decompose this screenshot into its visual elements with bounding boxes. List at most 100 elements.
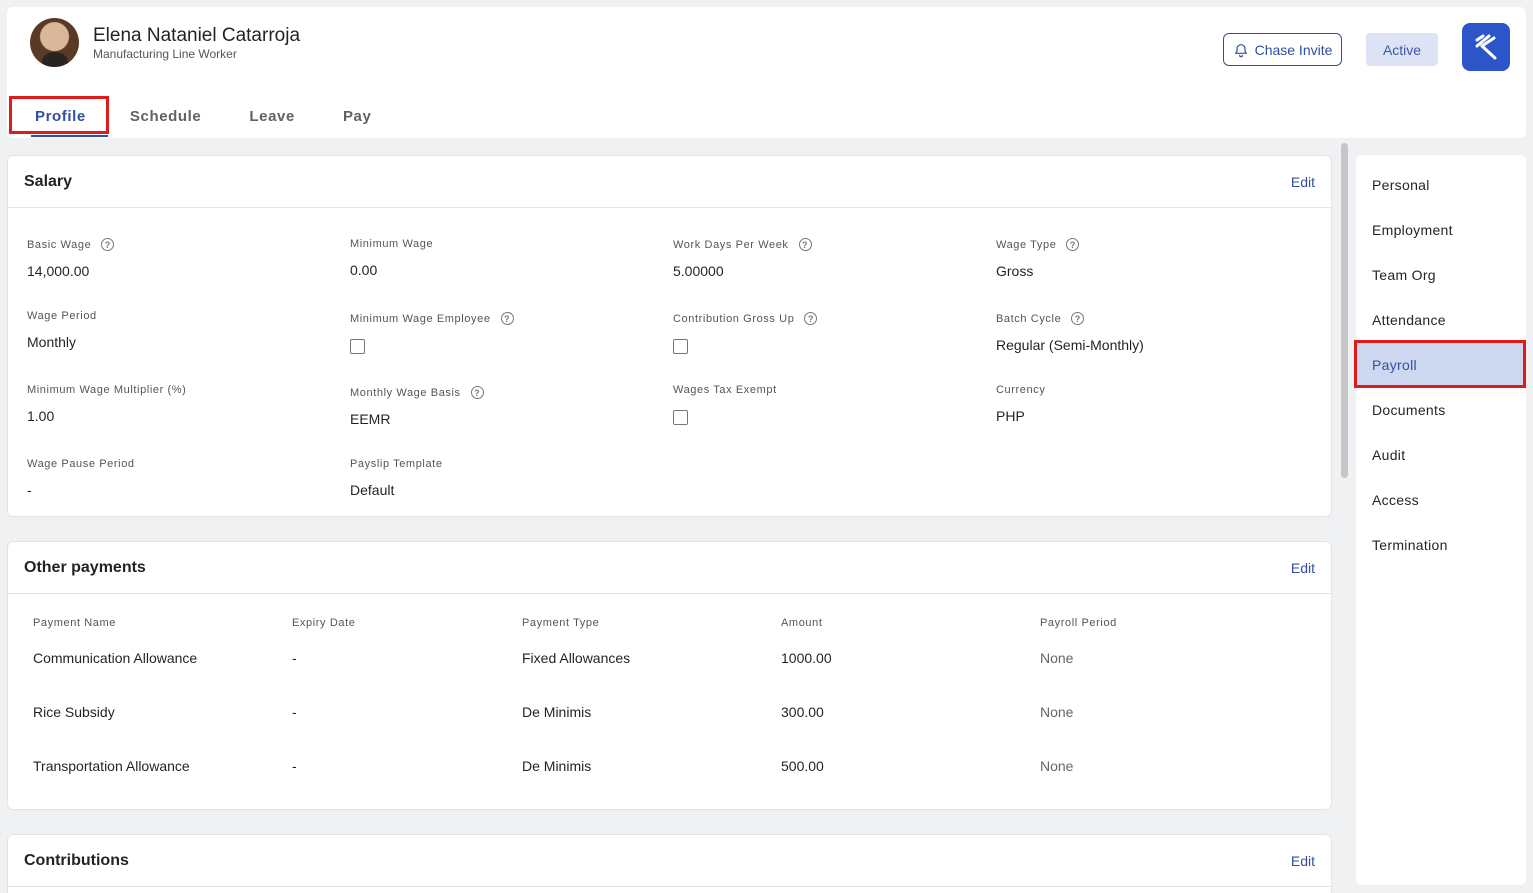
help-icon[interactable]: ? — [1071, 312, 1085, 325]
work-days-label: Work Days Per Week — [673, 238, 789, 251]
column-header-payroll-period: Payroll Period — [1040, 617, 1117, 629]
help-icon[interactable]: ? — [500, 312, 514, 325]
active-tab-underline — [31, 135, 108, 137]
table-cell-payment-name: Rice Subsidy — [33, 704, 115, 720]
contributions-header: Contributions Edit — [8, 835, 1331, 887]
column-header-payment-name: Payment Name — [33, 617, 117, 629]
scrollbar-thumb[interactable] — [1341, 143, 1348, 478]
help-icon[interactable]: ? — [470, 386, 484, 399]
tab-label: Pay — [342, 107, 372, 125]
salary-title: Salary — [24, 172, 73, 190]
wages-tax-exempt-label: Wages Tax Exempt — [673, 384, 777, 396]
wages-tax-exempt-checkbox[interactable] — [673, 410, 688, 425]
payslip-template-label: Payslip Template — [350, 458, 443, 470]
monthly-wage-basis-label: Monthly Wage Basis — [350, 386, 461, 399]
wage-period-field: Wage Period Monthly — [27, 310, 97, 350]
other-payments-edit-link[interactable]: Edit — [1291, 560, 1315, 576]
contributions-edit-link[interactable]: Edit — [1291, 853, 1315, 869]
table-cell-payroll-period: None — [1040, 704, 1074, 720]
sidenav-item-team-org[interactable]: Team Org — [1356, 253, 1524, 297]
wage-pause-period-value: - — [27, 482, 32, 498]
tab-schedule[interactable]: Schedule — [110, 97, 226, 135]
other-payments-header: Other payments Edit — [8, 542, 1331, 594]
tab-pay[interactable]: Pay — [319, 97, 396, 135]
batch-cycle-value: Regular (Semi-Monthly) — [996, 337, 1144, 353]
wage-type-value: Gross — [996, 263, 1034, 279]
sidenav-item-attendance[interactable]: Attendance — [1356, 298, 1524, 342]
avatar — [30, 18, 79, 67]
minimum-wage-multiplier-label: Minimum Wage Multiplier (%) — [27, 384, 187, 396]
table-cell-payment-name: Communication Allowance — [33, 650, 198, 666]
payslip-template-value: Default — [350, 482, 395, 498]
sidenav-item-audit[interactable]: Audit — [1356, 433, 1524, 477]
sidenav-item-documents[interactable]: Documents — [1356, 388, 1524, 432]
help-icon[interactable]: ? — [1066, 238, 1080, 251]
table-cell-payment-type: De Minimis — [522, 758, 592, 774]
wage-period-value: Monthly — [27, 334, 77, 350]
minimum-wage-multiplier-field: Minimum Wage Multiplier (%) 1.00 — [27, 384, 186, 424]
wage-pause-period-field: Wage Pause Period - — [27, 458, 135, 498]
currency-value: PHP — [996, 408, 1025, 424]
employee-header: Elena Nataniel Catarroja Manufacturing L… — [7, 7, 1526, 138]
help-icon[interactable]: ? — [798, 238, 812, 251]
contribution-gross-up-label: Contribution Gross Up — [673, 312, 795, 325]
salary-card-header: Salary Edit — [8, 156, 1331, 208]
tab-leave[interactable]: Leave — [225, 97, 319, 135]
salary-card: Salary Edit Basic Wage? 14,000.00 Minimu… — [7, 155, 1332, 517]
sidenav-item-access[interactable]: Access — [1356, 478, 1524, 522]
profile-tabs: Profile Schedule Leave Pay — [11, 97, 396, 137]
employee-name: Elena Nataniel Catarroja — [93, 25, 301, 46]
salary-edit-link[interactable]: Edit — [1291, 174, 1315, 190]
help-icon[interactable]: ? — [101, 238, 115, 251]
column-header-amount: Amount — [781, 617, 823, 629]
table-cell-payroll-period: None — [1040, 758, 1074, 774]
currency-field: Currency PHP — [996, 384, 1045, 424]
monthly-wage-basis-value: EEMR — [350, 411, 391, 427]
table-cell-amount: 500.00 — [781, 758, 824, 774]
wage-type-label: Wage Type — [996, 238, 1057, 251]
minimum-wage-label: Minimum Wage — [350, 238, 434, 250]
contributions-title: Contributions — [24, 851, 129, 869]
sidenav-item-personal[interactable]: Personal — [1356, 163, 1524, 207]
chase-invite-button[interactable]: Chase Invite — [1223, 33, 1342, 66]
minimum-wage-employee-field: Minimum Wage Employee? — [350, 312, 514, 354]
basic-wage-value: 14,000.00 — [27, 263, 90, 279]
sidenav-item-termination[interactable]: Termination — [1356, 523, 1524, 567]
table-cell-amount: 1000.00 — [781, 650, 832, 666]
app-logo-icon[interactable] — [1462, 23, 1510, 71]
tab-label: Profile — [35, 107, 86, 125]
bell-icon — [1234, 43, 1247, 57]
batch-cycle-field: Batch Cycle? Regular (Semi-Monthly) — [996, 312, 1144, 353]
table-cell-payment-type: Fixed Allowances — [522, 650, 631, 666]
profile-section-nav: Personal Employment Team Org Attendance … — [1356, 155, 1526, 885]
sidenav-item-payroll[interactable]: Payroll — [1356, 343, 1524, 387]
basic-wage-field: Basic Wage? 14,000.00 — [27, 238, 115, 279]
minimum-wage-value: 0.00 — [350, 262, 378, 278]
employee-role: Manufacturing Line Worker — [93, 47, 237, 61]
sidenav-item-employment[interactable]: Employment — [1356, 208, 1524, 252]
wage-period-label: Wage Period — [27, 310, 97, 322]
column-header-expiry-date: Expiry Date — [292, 617, 356, 629]
tab-profile[interactable]: Profile — [11, 97, 110, 137]
table-cell-payment-type: De Minimis — [522, 704, 592, 720]
tab-label: Leave — [249, 107, 295, 125]
table-cell-payment-name: Transportation Allowance — [33, 758, 190, 774]
minimum-wage-multiplier-value: 1.00 — [27, 408, 55, 424]
wage-type-field: Wage Type? Gross — [996, 238, 1080, 279]
help-icon[interactable]: ? — [804, 312, 818, 325]
currency-label: Currency — [996, 384, 1046, 396]
batch-cycle-label: Batch Cycle — [996, 312, 1062, 325]
status-badge: Active — [1366, 33, 1438, 66]
table-cell-payroll-period: None — [1040, 650, 1074, 666]
contributions-card: Contributions Edit — [7, 834, 1332, 893]
minimum-wage-employee-checkbox[interactable] — [350, 339, 365, 354]
payslip-template-field: Payslip Template Default — [350, 458, 443, 498]
contribution-gross-up-checkbox[interactable] — [673, 339, 688, 354]
minimum-wage-field: Minimum Wage 0.00 — [350, 238, 433, 278]
column-header-payment-type: Payment Type — [522, 617, 600, 629]
contribution-gross-up-field: Contribution Gross Up? — [673, 312, 818, 354]
table-cell-expiry-date: - — [292, 758, 297, 774]
other-payments-title: Other payments — [24, 558, 146, 576]
minimum-wage-employee-label: Minimum Wage Employee — [350, 312, 491, 325]
monthly-wage-basis-field: Monthly Wage Basis? EEMR — [350, 386, 484, 427]
